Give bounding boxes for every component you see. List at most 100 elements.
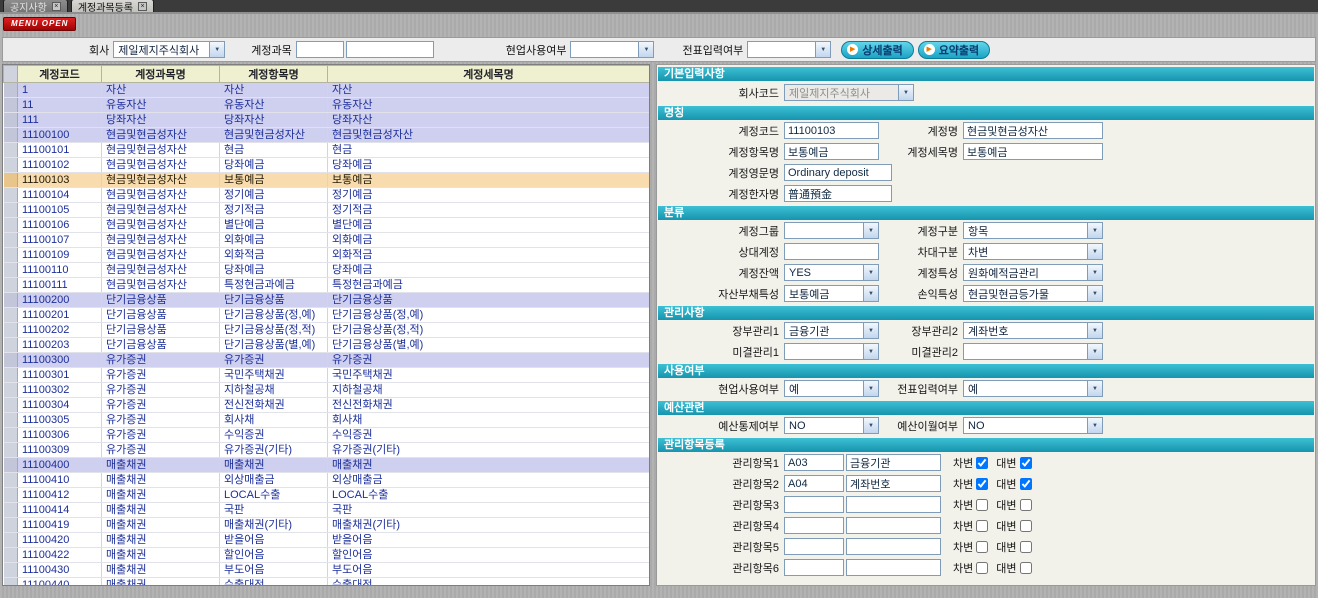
- grid-cell-detail[interactable]: 단기금융상품(정,예): [328, 308, 650, 323]
- grid-cell-subject[interactable]: 당좌자산: [102, 113, 220, 128]
- credit-checkbox[interactable]: [1020, 478, 1032, 490]
- grid-cell-item[interactable]: 할인어음: [220, 548, 328, 563]
- account-english-input[interactable]: [784, 164, 892, 181]
- open2-select[interactable]: ▼: [963, 343, 1103, 360]
- grid-row[interactable]: 11100422매출채권할인어음할인어음: [4, 548, 650, 563]
- grid-cell-subject[interactable]: 현금및현금성자산: [102, 203, 220, 218]
- grid-cell-subject[interactable]: 매출채권: [102, 533, 220, 548]
- debit-checkbox[interactable]: [976, 562, 988, 574]
- profit-loss-attr-select[interactable]: 현금및현금등가물 ▼: [963, 285, 1103, 302]
- grid-cell-subject[interactable]: 매출채권: [102, 473, 220, 488]
- grid-cell-code[interactable]: 11100419: [18, 518, 102, 533]
- grid-cell-detail[interactable]: 전신전화채권: [328, 398, 650, 413]
- grid-row[interactable]: 11100300유가증권유가증권유가증권: [4, 353, 650, 368]
- grid-cell-detail[interactable]: 국판: [328, 503, 650, 518]
- debit-checkbox[interactable]: [976, 541, 988, 553]
- grid-cell-subject[interactable]: 단기금융상품: [102, 323, 220, 338]
- grid-cell-code[interactable]: 11100203: [18, 338, 102, 353]
- mgmt-item-name-input[interactable]: [846, 559, 941, 576]
- company-filter-select[interactable]: 제일제지주식회사 ▼: [113, 41, 225, 58]
- slip-entry-select[interactable]: 예 ▼: [963, 380, 1103, 397]
- grid-cell-subject[interactable]: 유가증권: [102, 368, 220, 383]
- grid-cell-subject[interactable]: 매출채권: [102, 503, 220, 518]
- grid-row[interactable]: 11100105현금및현금성자산정기적금정기적금: [4, 203, 650, 218]
- credit-checkbox[interactable]: [1020, 562, 1032, 574]
- grid-cell-code[interactable]: 11100304: [18, 398, 102, 413]
- grid-cell-subject[interactable]: 현금및현금성자산: [102, 278, 220, 293]
- grid-cell-item[interactable]: 전신전화채권: [220, 398, 328, 413]
- grid-cell-subject[interactable]: 매출채권: [102, 458, 220, 473]
- grid-cell-code[interactable]: 11100101: [18, 143, 102, 158]
- grid-cell-item[interactable]: 매출채권(기타): [220, 518, 328, 533]
- mgmt-item-name-input[interactable]: [846, 475, 941, 492]
- grid-cell-detail[interactable]: 현금및현금성자산: [328, 128, 650, 143]
- grid-cell-detail[interactable]: 매출채권: [328, 458, 650, 473]
- grid-cell-detail[interactable]: 할인어음: [328, 548, 650, 563]
- grid-cell-subject[interactable]: 매출채권: [102, 578, 220, 587]
- account-group-select[interactable]: ▼: [784, 222, 879, 239]
- grid-cell-item[interactable]: 매출채권: [220, 458, 328, 473]
- grid-row[interactable]: 11100107현금및현금성자산외화예금외화예금: [4, 233, 650, 248]
- grid-cell-detail[interactable]: 외상매출금: [328, 473, 650, 488]
- mgmt-item-name-input[interactable]: [846, 496, 941, 513]
- grid-cell-code[interactable]: 11100201: [18, 308, 102, 323]
- credit-checkbox[interactable]: [1020, 499, 1032, 511]
- grid-cell-detail[interactable]: 당좌자산: [328, 113, 650, 128]
- grid-row[interactable]: 11100306유가증권수익증권수익증권: [4, 428, 650, 443]
- grid-row[interactable]: 11100414매출채권국판국판: [4, 503, 650, 518]
- ledger1-select[interactable]: 금융기관 ▼: [784, 322, 879, 339]
- grid-row[interactable]: 11100200단기금융상품단기금융상품단기금융상품: [4, 293, 650, 308]
- grid-cell-code[interactable]: 11100412: [18, 488, 102, 503]
- grid-cell-detail[interactable]: 받을어음: [328, 533, 650, 548]
- grid-cell-subject[interactable]: 유가증권: [102, 383, 220, 398]
- grid-row[interactable]: 1자산자산자산: [4, 83, 650, 98]
- grid-cell-detail[interactable]: 보통예금: [328, 173, 650, 188]
- grid-row[interactable]: 11100301유가증권국민주택채권국민주택채권: [4, 368, 650, 383]
- grid-cell-item[interactable]: 국민주택채권: [220, 368, 328, 383]
- grid-cell-detail[interactable]: 외화예금: [328, 233, 650, 248]
- grid-cell-item[interactable]: 당좌예금: [220, 263, 328, 278]
- grid-cell-detail[interactable]: 유가증권: [328, 353, 650, 368]
- grid-cell-item[interactable]: 회사채: [220, 413, 328, 428]
- slip-entry-filter-select[interactable]: ▼: [747, 41, 831, 58]
- grid-cell-code[interactable]: 11100400: [18, 458, 102, 473]
- grid-cell-subject[interactable]: 현금및현금성자산: [102, 158, 220, 173]
- tab-account-registration[interactable]: 계정과목등록 ×: [71, 0, 154, 12]
- grid-cell-detail[interactable]: 특정현금과예금: [328, 278, 650, 293]
- grid-cell-item[interactable]: 외화예금: [220, 233, 328, 248]
- grid-cell-code[interactable]: 11100305: [18, 413, 102, 428]
- grid-cell-subject[interactable]: 단기금융상품: [102, 308, 220, 323]
- grid-cell-item[interactable]: 별단예금: [220, 218, 328, 233]
- grid-cell-item[interactable]: LOCAL수출: [220, 488, 328, 503]
- grid-cell-code[interactable]: 11100200: [18, 293, 102, 308]
- grid-cell-code[interactable]: 11100420: [18, 533, 102, 548]
- grid-cell-item[interactable]: 받을어음: [220, 533, 328, 548]
- grid-cell-item[interactable]: 현금: [220, 143, 328, 158]
- grid-cell-code[interactable]: 11100414: [18, 503, 102, 518]
- grid-cell-detail[interactable]: 단기금융상품(정,적): [328, 323, 650, 338]
- grid-cell-item[interactable]: 외상매출금: [220, 473, 328, 488]
- grid-cell-detail[interactable]: 단기금융상품: [328, 293, 650, 308]
- grid-cell-item[interactable]: 수익증권: [220, 428, 328, 443]
- grid-cell-subject[interactable]: 유가증권: [102, 428, 220, 443]
- grid-cell-item[interactable]: 보통예금: [220, 173, 328, 188]
- close-icon[interactable]: ×: [138, 2, 147, 11]
- grid-cell-detail[interactable]: 유동자산: [328, 98, 650, 113]
- grid-cell-detail[interactable]: 수출대전: [328, 578, 650, 587]
- grid-cell-code[interactable]: 11100302: [18, 383, 102, 398]
- grid-row[interactable]: 11100106현금및현금성자산별단예금별단예금: [4, 218, 650, 233]
- grid-cell-code[interactable]: 11100300: [18, 353, 102, 368]
- grid-cell-code[interactable]: 11100440: [18, 578, 102, 587]
- asset-liability-attr-select[interactable]: 보통예금 ▼: [784, 285, 879, 302]
- grid-cell-subject[interactable]: 유가증권: [102, 443, 220, 458]
- account-attr-select[interactable]: 원화예적금관리 ▼: [963, 264, 1103, 281]
- grid-cell-code[interactable]: 11100109: [18, 248, 102, 263]
- grid-cell-subject[interactable]: 현금및현금성자산: [102, 263, 220, 278]
- grid-cell-item[interactable]: 당좌자산: [220, 113, 328, 128]
- counter-account-input[interactable]: [784, 243, 879, 260]
- grid-cell-detail[interactable]: 현금: [328, 143, 650, 158]
- grid-row[interactable]: 11100104현금및현금성자산정기예금정기예금: [4, 188, 650, 203]
- active-use-filter-select[interactable]: ▼: [570, 41, 654, 58]
- account-code-input[interactable]: [784, 122, 879, 139]
- account-name-filter-input[interactable]: [346, 41, 434, 58]
